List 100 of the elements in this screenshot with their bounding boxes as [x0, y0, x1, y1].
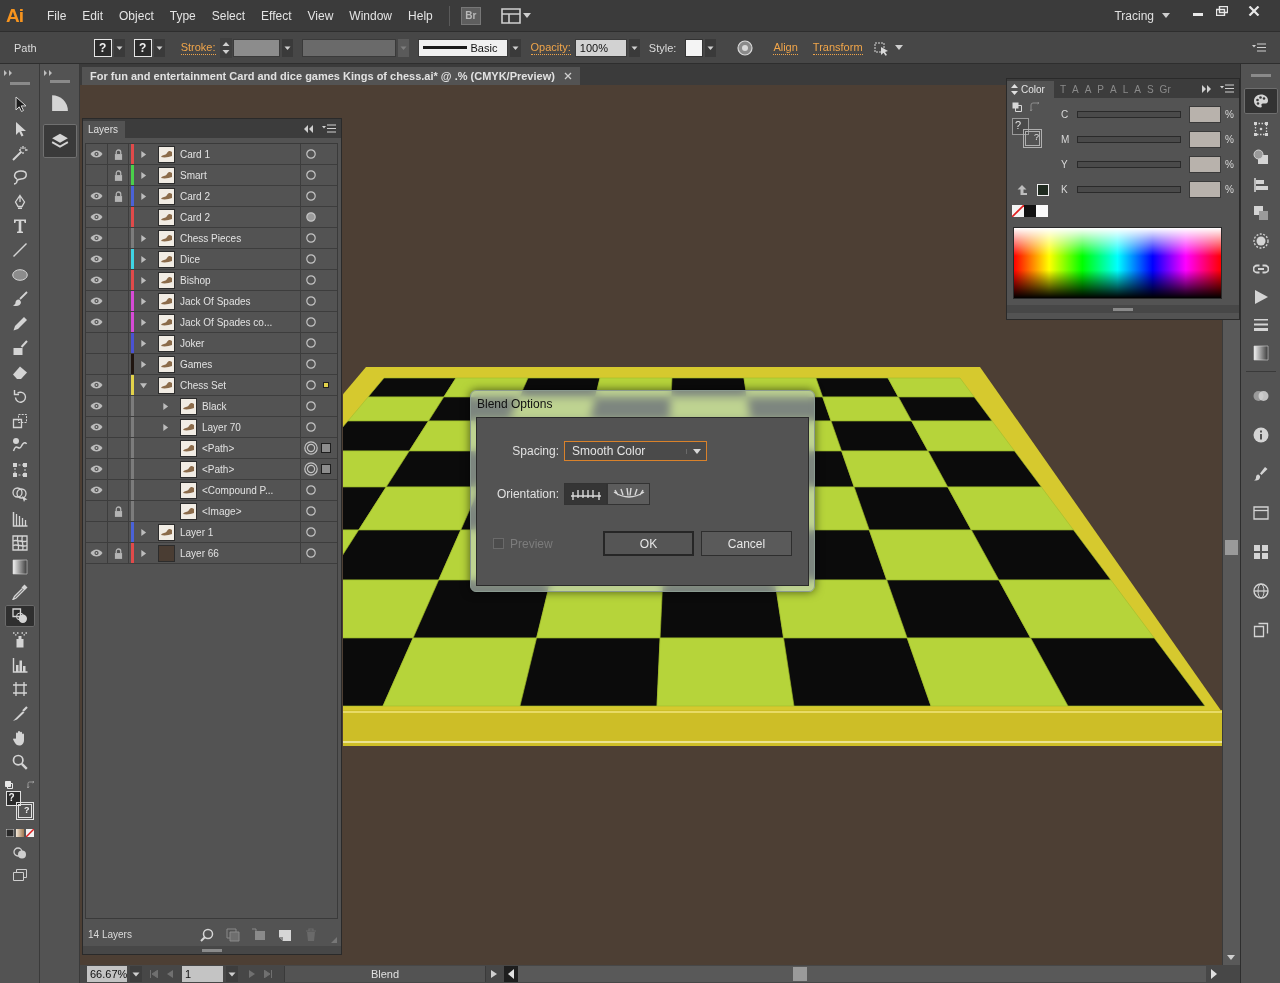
eye-icon[interactable] [90, 150, 103, 158]
paintbrush-icon[interactable] [1252, 465, 1269, 482]
square-circles-icon[interactable] [4, 605, 35, 628]
target-circle-icon[interactable] [304, 294, 318, 308]
panel-tab[interactable]: A [1081, 81, 1095, 98]
layer-row[interactable]: <Compound P... [86, 480, 337, 501]
layer-row[interactable]: <Path> [86, 438, 337, 459]
color-swatch[interactable] [1036, 205, 1048, 217]
target-circle-icon[interactable] [304, 504, 318, 518]
target-circle-icon[interactable] [304, 210, 318, 224]
menu-item[interactable]: Effect [253, 8, 300, 23]
caret-icon[interactable] [1162, 13, 1170, 18]
ok-button[interactable]: OK [603, 531, 694, 556]
small-squares-icon[interactable] [4, 780, 13, 789]
stroke-link[interactable]: Stroke: [180, 40, 216, 55]
layer-row[interactable]: Card 2 [86, 186, 337, 207]
fill-swatch[interactable]: ? [1012, 118, 1029, 135]
target-circle-icon[interactable] [304, 525, 318, 539]
target-circle-icon[interactable] [304, 336, 318, 350]
orientation-button[interactable] [564, 483, 607, 505]
pathfinder-icon[interactable] [1252, 205, 1269, 221]
layer-row[interactable]: Black [86, 396, 337, 417]
grip-icon[interactable] [10, 82, 30, 85]
layer-row[interactable]: Games [86, 354, 337, 375]
expand-arrows-icon[interactable] [1202, 84, 1212, 93]
spinner-arrows-icon[interactable] [219, 37, 232, 58]
expand-arrow-icon[interactable] [140, 255, 147, 263]
cursor-square-icon[interactable] [872, 39, 889, 56]
fill-swatch[interactable]: ? [5, 790, 21, 806]
type-icon[interactable] [11, 218, 28, 235]
target-circle-icon[interactable] [304, 441, 318, 455]
eye-icon[interactable] [90, 297, 103, 305]
slider-track[interactable] [1077, 111, 1181, 118]
layer-name[interactable]: Jack Of Spades co... [180, 316, 273, 328]
layer-name[interactable]: <Path> [202, 442, 235, 454]
target-circle-icon[interactable] [304, 168, 318, 182]
opacity-field[interactable]: 100% [574, 38, 627, 57]
palette-icon[interactable] [1243, 88, 1278, 114]
layer-name[interactable]: Card 2 [180, 190, 210, 202]
magic-wand-icon[interactable] [11, 144, 28, 161]
target-circle-icon[interactable] [304, 399, 318, 413]
opacity-link[interactable]: Opacity: [530, 40, 571, 55]
collapse-arrows-icon[interactable] [304, 124, 314, 133]
eye-icon[interactable] [90, 402, 103, 410]
lines-icon[interactable] [1252, 317, 1269, 333]
spray-can-icon[interactable] [11, 632, 28, 649]
target-circle-icon[interactable] [304, 462, 318, 476]
layer-row[interactable]: Bishop [86, 270, 337, 291]
menu-item[interactable]: Object [111, 8, 162, 23]
layer-name[interactable]: Card 2 [180, 211, 210, 223]
none-swatch-icon[interactable] [25, 828, 34, 837]
close-icon[interactable] [1248, 5, 1260, 16]
layer-name[interactable]: Games [180, 358, 213, 370]
globe-icon[interactable] [1252, 582, 1269, 599]
eye-icon[interactable] [90, 213, 103, 221]
caret-icon[interactable] [522, 13, 531, 18]
zoom-icon[interactable] [11, 754, 28, 771]
expand-arrow-icon[interactable] [140, 549, 147, 557]
copy-icon[interactable] [1252, 621, 1269, 638]
panel-tab[interactable]: Gr [1156, 81, 1174, 98]
brush-block-icon[interactable] [11, 339, 28, 356]
stroke-swatch[interactable]: ? [133, 38, 152, 57]
layer-name[interactable]: Layer 70 [202, 421, 241, 433]
layers-icon[interactable] [42, 124, 77, 158]
folded-page-icon[interactable] [278, 927, 292, 942]
bar-chart-icon[interactable] [11, 656, 28, 673]
stroke-swatch[interactable]: ? [15, 801, 34, 820]
panel-tab[interactable]: A [1069, 81, 1082, 98]
eye-icon[interactable] [90, 549, 103, 557]
stroke-swatch[interactable]: ? [1023, 129, 1042, 148]
stacked-windows-icon[interactable] [12, 868, 27, 881]
eye-icon[interactable] [90, 465, 103, 473]
panel-tab[interactable]: L [1119, 81, 1132, 98]
menu-item[interactable]: Type [161, 8, 204, 23]
panel-tab[interactable]: S [1143, 81, 1157, 98]
grip-icon[interactable] [1113, 307, 1133, 311]
scrollbar-thumb[interactable] [1225, 540, 1238, 555]
eye-icon[interactable] [90, 381, 103, 389]
color-spectrum[interactable] [1013, 227, 1222, 299]
collapse-arrows-icon[interactable] [44, 70, 53, 76]
circles-cursor-icon[interactable] [11, 486, 28, 503]
slider-track[interactable] [1077, 136, 1181, 143]
layer-row[interactable]: Layer 1 [86, 522, 337, 543]
expand-arrow-icon[interactable] [140, 276, 147, 284]
layer-row[interactable]: Chess Set [86, 375, 337, 396]
align-icon[interactable] [1252, 177, 1269, 193]
restore-icon[interactable] [1216, 5, 1228, 16]
brush-icon[interactable] [11, 291, 28, 308]
target-circle-icon[interactable] [304, 483, 318, 497]
eye-icon[interactable] [90, 234, 103, 242]
info-icon[interactable] [1252, 426, 1269, 443]
graphic-style-swatch[interactable] [685, 38, 704, 57]
layer-name[interactable]: Layer 1 [180, 526, 214, 538]
align-link[interactable]: Align [773, 40, 798, 55]
lock-icon[interactable] [113, 148, 123, 160]
cancel-button[interactable]: Cancel [701, 531, 792, 556]
stroke-weight-field[interactable] [232, 38, 280, 57]
input-field[interactable] [1189, 131, 1221, 148]
dotted-square-icon[interactable] [1252, 121, 1269, 137]
eyedropper-icon[interactable] [11, 583, 28, 600]
